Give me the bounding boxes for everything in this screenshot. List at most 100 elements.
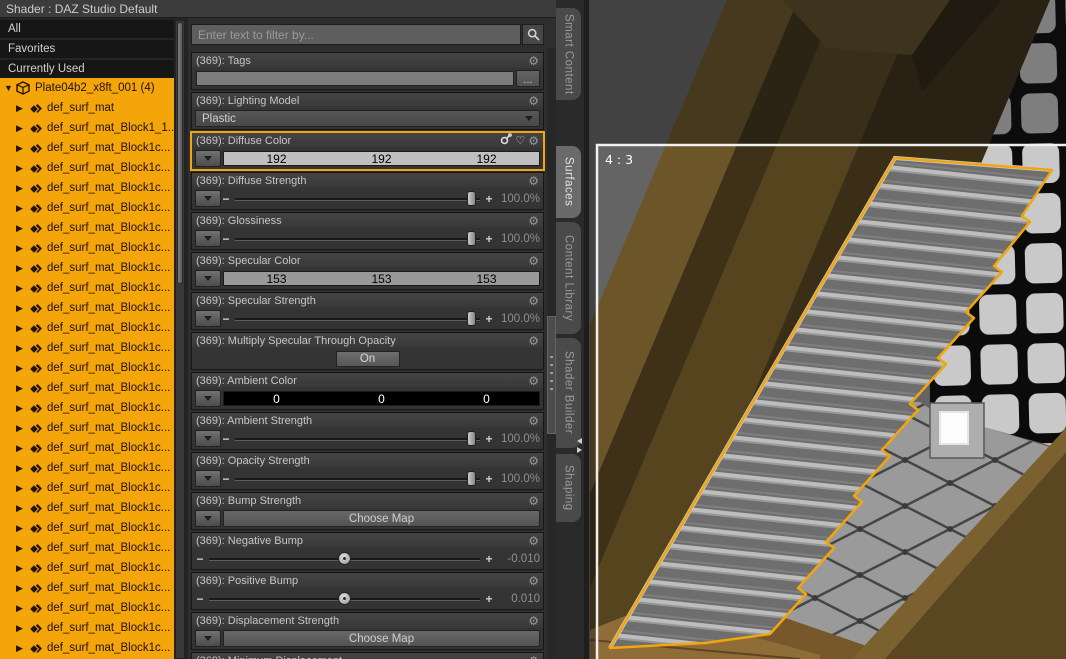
viewport-canvas[interactable]: 4 : 3: [449, 0, 1066, 659]
tab-surfaces[interactable]: Surfaces: [556, 146, 581, 218]
surface-tree-item[interactable]: ▶ def_surf_mat_Block1c...: [0, 138, 174, 158]
surface-tree-root-item[interactable]: ▼ Plate04b2_x8ft_001 (4): [0, 78, 174, 98]
slider-track[interactable]: [233, 431, 482, 446]
settings-gear-icon[interactable]: ⚙: [528, 654, 539, 659]
expander-closed-icon[interactable]: ▶: [16, 383, 28, 394]
expander-closed-icon[interactable]: ▶: [16, 243, 28, 254]
surface-tree-item[interactable]: ▶ def_surf_mat_Block1c...: [0, 438, 174, 458]
expand-parameter-button[interactable]: [195, 270, 221, 287]
expander-closed-icon[interactable]: ▶: [16, 343, 28, 354]
decrement-icon[interactable]: −: [195, 552, 205, 566]
browse-tags-button[interactable]: ...: [516, 70, 540, 87]
settings-gear-icon[interactable]: ⚙: [528, 454, 539, 468]
slider-thumb[interactable]: [467, 191, 477, 206]
surface-tree-item[interactable]: ▶ def_surf_mat_Block1c...: [0, 538, 174, 558]
surface-tree-item[interactable]: ▶ def_surf_mat_Block1c...: [0, 418, 174, 438]
settings-gear-icon[interactable]: ⚙: [528, 214, 539, 228]
surface-tree-item[interactable]: ▶ def_surf_mat_Block1c...: [0, 298, 174, 318]
expander-closed-icon[interactable]: ▶: [16, 583, 28, 594]
expander-closed-icon[interactable]: ▶: [16, 123, 28, 134]
slider-track[interactable]: [233, 231, 482, 246]
surface-tree-item[interactable]: ▶ def_surf_mat_Block1c...: [0, 318, 174, 338]
settings-gear-icon[interactable]: ⚙: [528, 534, 539, 548]
choose-map-button[interactable]: Choose Map: [223, 630, 540, 647]
splitter-collapse-icon[interactable]: [574, 438, 586, 454]
expand-parameter-button[interactable]: [195, 390, 221, 407]
shader-group-all[interactable]: All: [0, 20, 174, 38]
expander-open-icon[interactable]: ▼: [4, 83, 16, 93]
surface-tree-item[interactable]: ▶ def_surf_mat_Block1c...: [0, 518, 174, 538]
parameters-scrollbar[interactable]: [547, 48, 556, 659]
color-swatch-bar[interactable]: 0 0 0: [223, 391, 540, 406]
slider-track[interactable]: [233, 471, 482, 486]
settings-gear-icon[interactable]: ⚙: [528, 414, 539, 428]
shader-group-favorites[interactable]: Favorites: [0, 40, 174, 58]
slider-thumb[interactable]: [467, 311, 477, 326]
increment-icon[interactable]: +: [484, 472, 494, 486]
increment-icon[interactable]: +: [484, 192, 494, 206]
settings-gear-icon[interactable]: ⚙: [528, 174, 539, 188]
surface-tree-item[interactable]: ▶ def_surf_mat_Block1c...: [0, 618, 174, 638]
tab-smart-content[interactable]: Smart Content: [556, 8, 581, 100]
tab-content-library[interactable]: Content Library: [556, 222, 581, 334]
expander-closed-icon[interactable]: ▶: [16, 363, 28, 374]
lighting-model-select[interactable]: Plastic: [195, 110, 540, 127]
decrement-icon[interactable]: −: [221, 472, 231, 486]
search-icon[interactable]: [522, 24, 544, 45]
expander-closed-icon[interactable]: ▶: [16, 183, 28, 194]
slider-thumb[interactable]: [467, 431, 477, 446]
slider-thumb[interactable]: [337, 592, 351, 605]
expander-closed-icon[interactable]: ▶: [16, 563, 28, 574]
expander-closed-icon[interactable]: ▶: [16, 223, 28, 234]
settings-gear-icon[interactable]: ⚙: [528, 334, 539, 348]
increment-icon[interactable]: +: [484, 592, 494, 606]
expander-closed-icon[interactable]: ▶: [16, 623, 28, 634]
increment-icon[interactable]: +: [484, 432, 494, 446]
expand-parameter-button[interactable]: [195, 230, 221, 247]
slider-thumb[interactable]: [467, 471, 477, 486]
color-swatch-bar[interactable]: 153 153 153: [223, 271, 540, 286]
settings-gear-icon[interactable]: ⚙: [528, 254, 539, 268]
surface-tree-item[interactable]: ▶ def_surf_mat_Block1c...: [0, 398, 174, 418]
tab-shaping[interactable]: Shaping: [556, 454, 581, 522]
slider-track[interactable]: [233, 311, 482, 326]
surface-tree-item[interactable]: ▶ def_surf_mat_Block1c...: [0, 158, 174, 178]
expander-closed-icon[interactable]: ▶: [16, 103, 28, 114]
settings-gear-icon[interactable]: ⚙: [528, 574, 539, 588]
expander-closed-icon[interactable]: ▶: [16, 603, 28, 614]
expander-closed-icon[interactable]: ▶: [16, 203, 28, 214]
surface-tree-item[interactable]: ▶ def_surf_mat_Block1c...: [0, 578, 174, 598]
settings-gear-icon[interactable]: ⚙: [528, 294, 539, 308]
surface-tree-item[interactable]: ▶ def_surf_mat_Block1c...: [0, 458, 174, 478]
settings-gear-icon[interactable]: ⚙: [528, 134, 539, 148]
surface-tree-item[interactable]: ▶ def_surf_mat_Block1c...: [0, 338, 174, 358]
color-swatch-bar[interactable]: 192 192 192: [223, 151, 540, 166]
decrement-icon[interactable]: −: [195, 592, 205, 606]
expander-closed-icon[interactable]: ▶: [16, 263, 28, 274]
tags-input[interactable]: [196, 71, 514, 86]
expander-closed-icon[interactable]: ▶: [16, 483, 28, 494]
tab-shader-builder[interactable]: Shader Builder: [556, 338, 581, 448]
expand-parameter-button[interactable]: [195, 150, 221, 167]
viewport-3d[interactable]: 4 : 3: [449, 0, 1066, 659]
settings-gear-icon[interactable]: ⚙: [528, 614, 539, 628]
decrement-icon[interactable]: −: [221, 432, 231, 446]
expander-closed-icon[interactable]: ▶: [16, 283, 28, 294]
surface-tree-item[interactable]: ▶ def_surf_mat_Block1c...: [0, 178, 174, 198]
settings-gear-icon[interactable]: ⚙: [528, 54, 539, 68]
link-icon[interactable]: [500, 133, 513, 148]
scrollbar-thumb[interactable]: [177, 22, 183, 284]
choose-map-button[interactable]: Choose Map: [223, 510, 540, 527]
surface-list-scrollbar[interactable]: [175, 20, 185, 659]
expander-closed-icon[interactable]: ▶: [16, 163, 28, 174]
slider-thumb[interactable]: [467, 231, 477, 246]
surface-tree-item[interactable]: ▶ def_surf_mat_Block1c...: [0, 358, 174, 378]
increment-icon[interactable]: +: [484, 312, 494, 326]
expander-closed-icon[interactable]: ▶: [16, 543, 28, 554]
surface-tree-item[interactable]: ▶ def_surf_mat_Block1c...: [0, 238, 174, 258]
expander-closed-icon[interactable]: ▶: [16, 323, 28, 334]
increment-icon[interactable]: +: [484, 552, 494, 566]
expander-closed-icon[interactable]: ▶: [16, 423, 28, 434]
expand-parameter-button[interactable]: [195, 310, 221, 327]
slider-track[interactable]: [207, 591, 482, 606]
